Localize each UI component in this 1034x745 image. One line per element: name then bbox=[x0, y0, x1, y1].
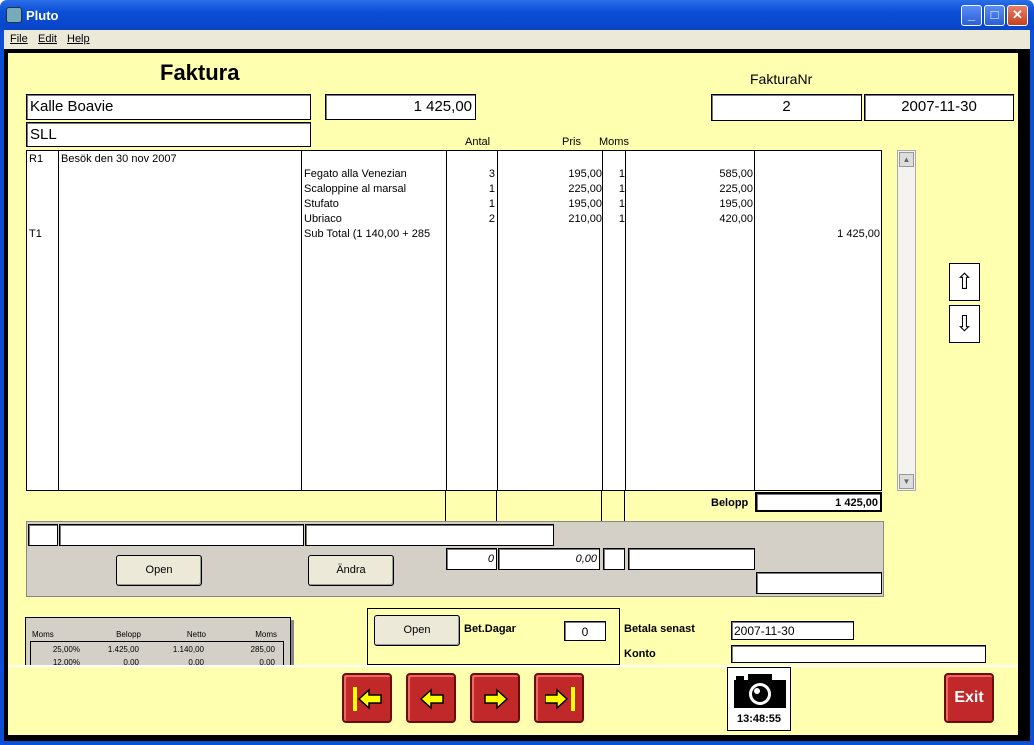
maximize-button[interactable]: □ bbox=[984, 5, 1005, 26]
row-2-pris: 195,00 bbox=[568, 168, 602, 180]
belopp-value: 1 425,00 bbox=[755, 492, 882, 512]
row-5-moms: 1 bbox=[618, 213, 625, 225]
table-scrollbar[interactable]: ▲ ▼ bbox=[897, 150, 916, 491]
konto-field[interactable] bbox=[731, 645, 986, 663]
minimize-button[interactable]: _ bbox=[961, 5, 982, 26]
belopp-label: Belopp bbox=[711, 497, 749, 509]
row-3-item: Scaloppine al marsal bbox=[304, 183, 407, 195]
vat-header-2: Netto bbox=[186, 630, 206, 639]
column-header-moms: Moms bbox=[599, 136, 629, 148]
vat-cell-0-1: 1.425,00 bbox=[107, 645, 139, 654]
next-record-icon[interactable] bbox=[470, 673, 520, 723]
window-title: Pluto bbox=[26, 8, 59, 23]
camera-icon bbox=[734, 674, 786, 708]
edit-moms-field[interactable] bbox=[603, 548, 625, 570]
edit-antal-field[interactable]: 0 bbox=[446, 548, 497, 570]
menu-bar bbox=[0, 30, 1034, 49]
row-4-antal: 1 bbox=[488, 198, 495, 210]
arrow-up-icon[interactable]: ⇧ bbox=[949, 263, 980, 301]
betdagar-field[interactable]: 0 bbox=[564, 621, 606, 641]
customer-field[interactable]: Kalle Boavie bbox=[26, 94, 311, 120]
row-2-sum: 585,00 bbox=[719, 168, 753, 180]
first-record-icon[interactable] bbox=[342, 673, 392, 723]
row-3-moms: 1 bbox=[618, 183, 625, 195]
row-1-desc: Besök den 30 nov 2007 bbox=[61, 153, 177, 165]
row-3-sum: 225,00 bbox=[719, 183, 753, 195]
row-1-code: R1 bbox=[29, 153, 44, 165]
edit-item-field[interactable] bbox=[305, 524, 554, 546]
vat-cell-0-3: 285,00 bbox=[250, 645, 275, 654]
row-6-code: T1 bbox=[29, 228, 42, 240]
open-payment-button[interactable]: Open bbox=[374, 615, 460, 646]
scroll-up-icon[interactable]: ▲ bbox=[899, 152, 914, 167]
edit-code-field[interactable] bbox=[28, 524, 58, 546]
last-record-icon[interactable] bbox=[534, 673, 584, 723]
open-line-button[interactable]: Open bbox=[116, 555, 202, 586]
edit-sum-field[interactable] bbox=[628, 548, 755, 570]
currency-field[interactable]: SLL bbox=[26, 122, 311, 147]
menu-file[interactable]: File bbox=[10, 33, 28, 45]
betala-senast-label: Betala senast bbox=[624, 623, 695, 635]
edit-description-field[interactable] bbox=[59, 524, 304, 546]
row-2-moms: 1 bbox=[618, 168, 625, 180]
title-bar bbox=[0, 0, 1034, 30]
row-3-pris: 225,00 bbox=[568, 183, 602, 195]
vat-header-0: Moms bbox=[32, 630, 54, 639]
clock-text: 13:48:55 bbox=[736, 713, 782, 725]
row-4-moms: 1 bbox=[618, 198, 625, 210]
arrow-down-icon[interactable]: ⇩ bbox=[949, 305, 980, 343]
row-5-item: Ubriaco bbox=[304, 213, 342, 225]
camera-clock[interactable]: 13:48:55 bbox=[727, 667, 791, 731]
column-header-pris: Pris bbox=[562, 136, 581, 148]
betdagar-label: Bet.Dagar bbox=[464, 623, 516, 635]
exit-button[interactable]: Exit bbox=[944, 673, 994, 723]
app-icon bbox=[6, 7, 22, 23]
konto-label: Konto bbox=[624, 648, 656, 660]
edit-pris-field[interactable]: 0,00 bbox=[498, 548, 600, 570]
vat-header-3: Moms bbox=[255, 630, 277, 639]
row-4-sum: 195,00 bbox=[719, 198, 753, 210]
vat-cell-0-0: 25,00% bbox=[52, 645, 80, 654]
row-2-item: Fegato alla Venezian bbox=[304, 168, 407, 180]
row-3-antal: 1 bbox=[488, 183, 495, 195]
andra-button[interactable]: Ändra bbox=[308, 555, 394, 586]
fakturanr-label: FakturaNr bbox=[750, 71, 813, 87]
row-5-antal: 2 bbox=[488, 213, 495, 225]
invoice-number-field[interactable]: 2 bbox=[711, 94, 862, 121]
menu-help[interactable]: Help bbox=[67, 33, 90, 45]
row-6-total: 1 425,00 bbox=[837, 228, 880, 240]
prev-record-icon[interactable] bbox=[406, 673, 456, 723]
row-4-pris: 195,00 bbox=[568, 198, 602, 210]
invoice-total-field[interactable]: 1 425,00 bbox=[325, 94, 476, 120]
invoice-date-field[interactable]: 2007-11-30 bbox=[864, 94, 1014, 121]
row-4-item: Stufato bbox=[304, 198, 339, 210]
column-header-antal: Antal bbox=[465, 136, 491, 148]
scroll-down-icon[interactable]: ▼ bbox=[899, 474, 914, 489]
vat-cell-0-2: 1.140,00 bbox=[172, 645, 204, 654]
vat-header-1: Belopp bbox=[116, 630, 141, 639]
menu-edit[interactable]: Edit bbox=[38, 33, 57, 45]
page-title: Faktura bbox=[160, 60, 240, 85]
close-button[interactable]: ✕ bbox=[1007, 5, 1028, 26]
edit-total-field[interactable] bbox=[756, 572, 882, 594]
betala-senast-field[interactable]: 2007-11-30 bbox=[731, 621, 854, 640]
row-6-item: Sub Total (1 140,00 + 285 bbox=[304, 228, 431, 240]
row-2-antal: 3 bbox=[488, 168, 495, 180]
row-5-sum: 420,00 bbox=[719, 213, 753, 225]
invoice-lines-table: R1 Besök den 30 nov 2007 Fegato alla Venez… bbox=[26, 150, 882, 491]
row-5-pris: 210,00 bbox=[568, 213, 602, 225]
